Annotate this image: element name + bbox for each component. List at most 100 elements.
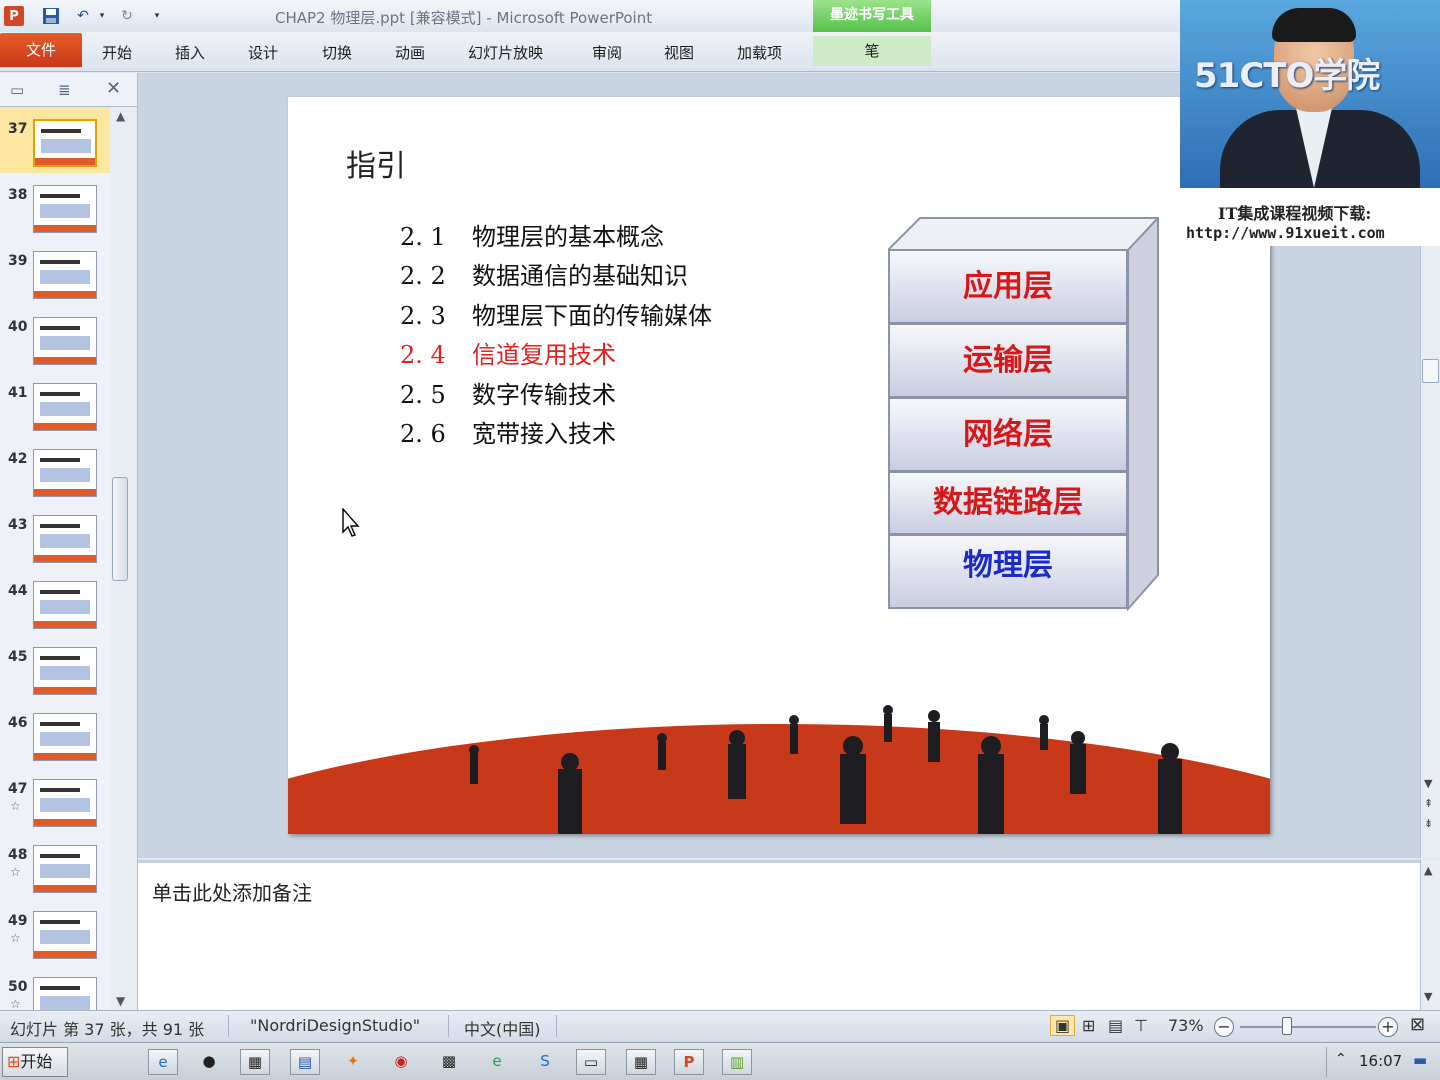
toc-number: 2. 5 [400,381,446,409]
zoom-out-icon[interactable]: − [1214,1017,1234,1037]
qq-penguin-icon[interactable]: ● [194,1049,224,1075]
zoom-in-icon[interactable]: + [1378,1017,1398,1037]
toc-number: 2. 4 [400,341,446,369]
thumbnail-preview[interactable] [33,779,97,827]
zoom-slider-track[interactable] [1240,1026,1376,1028]
notes-scrollbar[interactable]: ▲ ▼ [1420,860,1440,1010]
thumbnail-preview[interactable] [33,581,97,629]
media-player-icon[interactable]: ▤ [290,1049,320,1075]
tab-transitions[interactable]: 切换 [322,42,352,63]
slide-thumbnail[interactable]: 45 [0,635,110,701]
animation-star-icon: ☆ [10,865,21,879]
thumbnail-preview[interactable] [33,251,97,299]
slide-thumbnail[interactable]: 44 [0,569,110,635]
toc-item: 2. 6 宽带接入技术 [400,414,616,449]
previous-slide-icon[interactable]: ⇞ [1424,797,1433,810]
slide-thumbnail[interactable]: 40 [0,305,110,371]
tab-view[interactable]: 视图 [664,42,694,63]
slide-thumbnail[interactable]: 38 [0,173,110,239]
start-button[interactable]: ⊞开始 [2,1047,68,1077]
slides-view-icon[interactable]: ▭ [10,81,24,99]
app-icon[interactable]: ✦ [338,1049,368,1075]
redo-icon[interactable]: ↻ [116,6,138,26]
remote-desktop-icon[interactable]: ▭ [576,1049,606,1075]
thumbnail-preview[interactable] [33,647,97,695]
outline-view-icon[interactable]: ≣ [58,81,71,99]
tab-review[interactable]: 审阅 [592,42,622,63]
save-icon[interactable] [40,6,62,26]
notes-placeholder[interactable]: 单击此处添加备注 [152,877,312,906]
thumbnail-preview[interactable] [33,317,97,365]
clock[interactable]: 16:07 [1359,1052,1402,1070]
close-icon[interactable]: ✕ [106,78,121,99]
scroll-down-icon[interactable]: ▼ [116,994,125,1008]
tab-insert[interactable]: 插入 [175,42,205,63]
thumbnail-preview[interactable] [33,845,97,893]
thumbnail-preview[interactable] [33,383,97,431]
powerpoint-app-icon[interactable]: P [4,6,24,26]
ie-icon[interactable]: e [148,1049,178,1075]
slide-thumbnail[interactable]: 39 [0,239,110,305]
reading-view-icon[interactable]: ▤ [1108,1016,1123,1035]
undo-dropdown-icon[interactable]: ▾ [96,6,108,26]
browser-icon[interactable]: e [482,1049,512,1075]
tab-slideshow[interactable]: 幻灯片放映 [468,42,543,63]
tab-design[interactable]: 设计 [248,42,278,63]
thumbnail-preview[interactable] [33,449,97,497]
tab-animations[interactable]: 动画 [395,42,425,63]
video-player-icon[interactable]: ◉ [386,1049,416,1075]
slide-thumbnail[interactable]: 43 [0,503,110,569]
slide-thumbnail[interactable]: 41 [0,371,110,437]
notes-pane[interactable]: 单击此处添加备注 [138,860,1420,1010]
animation-star-icon: ☆ [10,799,21,813]
slide-thumbnail[interactable]: 50 ☆ [0,965,110,1010]
thumbnail-preview[interactable] [33,977,97,1010]
scroll-up-icon[interactable]: ▲ [116,109,125,123]
tab-pen[interactable]: 笔 [813,36,931,66]
powerpoint-taskbar-icon[interactable]: P [674,1049,704,1075]
toc-number: 2. 3 [400,302,446,330]
tab-home[interactable]: 开始 [102,42,132,63]
next-slide-icon[interactable]: ⇟ [1424,817,1433,830]
slide-position-text: 幻灯片 第 37 张，共 91 张 [10,1020,205,1039]
slide-thumbnail[interactable]: 37 [0,107,110,173]
show-desktop-icon[interactable]: ▬ [1413,1051,1427,1069]
slide-title[interactable]: 指引 [346,141,406,185]
undo-icon[interactable]: ↶ [72,6,94,26]
show-hidden-icons-icon[interactable]: ⌃ [1335,1051,1347,1067]
slide-thumbnail[interactable]: 42 [0,437,110,503]
tab-addins[interactable]: 加载项 [737,42,782,63]
explorer-folder-icon[interactable]: ▦ [240,1049,270,1075]
scrollbar-thumb[interactable] [112,477,128,581]
thumbnail-scrollbar[interactable]: ▲ ▼ [110,107,138,1010]
zoom-level[interactable]: 73% [1168,1016,1204,1035]
tab-file[interactable]: 文件 [0,33,82,67]
slide-thumbnail[interactable]: 46 [0,701,110,767]
customize-quick-access-icon[interactable]: ▾ [150,6,164,26]
slideshow-view-icon[interactable]: ⊤ [1134,1016,1148,1035]
slide-thumbnail[interactable]: 49 ☆ [0,899,110,965]
slides-pane-header: ▭ ≣ ✕ [0,73,138,107]
scroll-up-icon[interactable]: ▲ [1424,864,1432,877]
slide-canvas[interactable]: 指引 2. 1 物理层的基本概念 2. 2 数据通信的基础知识 2. 3 物理层下面的… [288,97,1270,834]
scroll-down-icon[interactable]: ▼ [1424,777,1432,790]
notebook-icon[interactable]: ▥ [722,1049,752,1075]
scrollbar-thumb[interactable] [1422,359,1439,383]
normal-view-icon[interactable]: ▣ [1050,1015,1076,1036]
language-indicator[interactable]: 中文(中国) [464,1016,541,1040]
clapperboard-icon[interactable]: ▩ [434,1049,464,1075]
zoom-slider-handle[interactable] [1281,1017,1292,1035]
sogou-icon[interactable]: S [530,1049,560,1075]
slide-sorter-icon[interactable]: ⊞ [1082,1016,1095,1035]
thumbnail-preview[interactable] [33,185,97,233]
calculator-icon[interactable]: ▦ [626,1049,656,1075]
thumbnail-preview[interactable] [33,515,97,563]
slide-thumbnail[interactable]: 47 ☆ [0,767,110,833]
thumbnail-preview[interactable] [33,119,97,167]
thumbnail-preview[interactable] [33,713,97,761]
fit-to-window-icon[interactable]: ⊠ [1410,1014,1425,1035]
slide-thumbnail[interactable]: 48 ☆ [0,833,110,899]
thumbnail-preview[interactable] [33,911,97,959]
webcam-overlay: 51CTO学院 [1180,0,1440,188]
scroll-down-icon[interactable]: ▼ [1424,990,1432,1003]
